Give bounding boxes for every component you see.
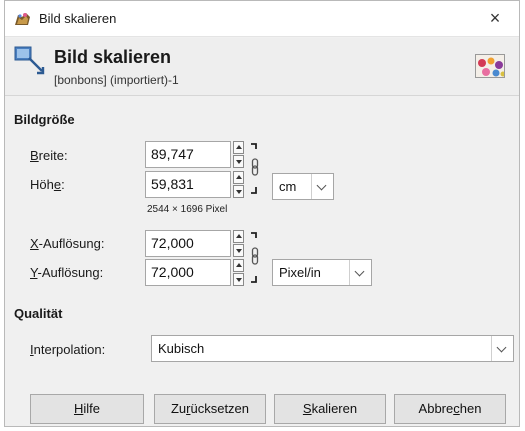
y-resolution-label: Y-Auflösung: [30, 265, 104, 280]
dialog-header: Bild skalieren [bonbons] (importiert)-1 [5, 38, 519, 96]
interpolation-value: Kubisch [158, 341, 205, 356]
resolution-unit-select[interactable]: Pixel/in [272, 259, 372, 286]
scale-image-dialog: Bild skalieren × Bild skalieren [bonbons… [4, 0, 520, 427]
section-title-quality: Qualität [14, 306, 63, 321]
gimp-app-icon [14, 11, 32, 27]
cancel-button[interactable]: Abbrechen [394, 394, 506, 424]
y-resolution-spinner[interactable] [233, 259, 244, 286]
chevron-down-icon [491, 336, 513, 361]
title-bar: Bild skalieren × [5, 1, 519, 37]
unit-select[interactable]: cm [272, 173, 334, 200]
unit-select-value: cm [279, 179, 297, 194]
dialog-title: Bild skalieren [54, 47, 172, 67]
help-button[interactable]: Hilfe [30, 394, 144, 424]
height-input[interactable]: 59,831 [145, 171, 231, 198]
chevron-down-icon [349, 260, 371, 285]
chain-link-icon[interactable] [249, 142, 261, 196]
width-spinner[interactable] [233, 141, 244, 168]
x-resolution-input[interactable]: 72,000 [145, 230, 231, 257]
scale-button[interactable]: Skalieren [274, 394, 386, 424]
reset-button[interactable]: Zurücksetzen [154, 394, 266, 424]
y-resolution-input[interactable]: 72,000 [145, 259, 231, 286]
resolution-unit-value: Pixel/in [279, 265, 321, 280]
x-resolution-spinner[interactable] [233, 230, 244, 257]
scale-image-icon [13, 45, 47, 79]
height-label: Höhe: [30, 177, 65, 192]
close-icon[interactable]: × [485, 8, 505, 29]
interpolation-label: Interpolation: [30, 342, 106, 357]
image-thumbnail [475, 54, 505, 78]
window-title: Bild skalieren [39, 11, 117, 26]
image-subtitle: [bonbons] (importiert)-1 [54, 73, 179, 87]
pixel-size-info: 2544 × 1696 Pixel [147, 204, 228, 215]
height-spinner[interactable] [233, 171, 244, 198]
width-label: Breite: [30, 148, 68, 163]
x-resolution-label: X-Auflösung: [30, 236, 105, 251]
section-title-image-size: Bildgröße [14, 112, 75, 127]
width-input[interactable]: 89,747 [145, 141, 231, 168]
chevron-down-icon [311, 174, 333, 199]
chain-link-icon[interactable] [249, 231, 261, 285]
interpolation-select[interactable]: Kubisch [151, 335, 514, 362]
